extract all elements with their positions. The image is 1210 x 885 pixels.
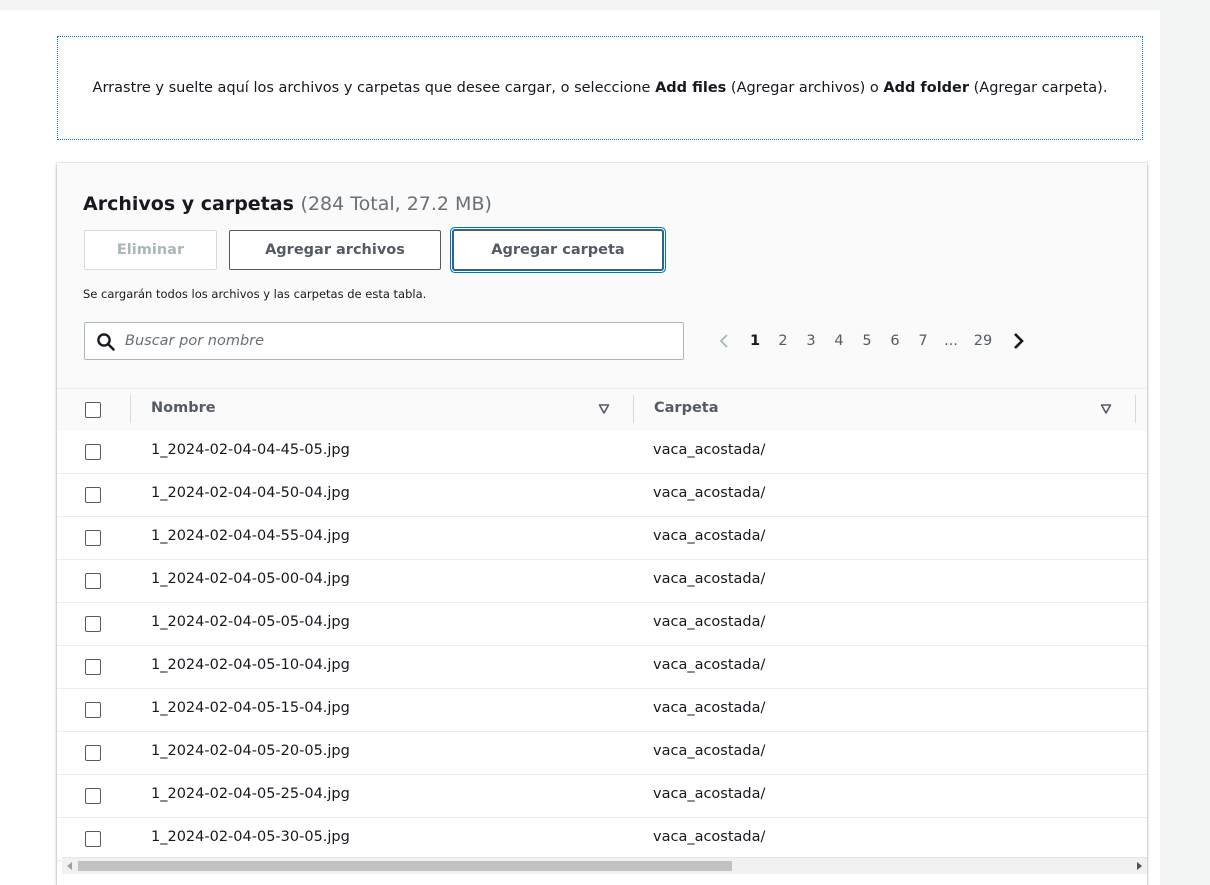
files-and-folders-panel: Archivos y carpetas (284 Total, 27.2 MB)… bbox=[57, 163, 1147, 885]
page-1[interactable]: 1 bbox=[741, 333, 769, 349]
page-ellipsis: ... bbox=[944, 333, 958, 349]
cell-folder: vaca_acostada/ bbox=[653, 829, 766, 845]
cell-folder: vaca_acostada/ bbox=[653, 614, 766, 630]
table-row[interactable]: 1_2024-02-04-05-05-04.jpg vaca_acostada/ bbox=[57, 603, 1147, 646]
cell-folder: vaca_acostada/ bbox=[653, 743, 766, 759]
helper-text: Se cargarán todos los archivos y las car… bbox=[83, 287, 427, 301]
cell-folder: vaca_acostada/ bbox=[653, 657, 766, 673]
top-background-strip bbox=[0, 0, 1210, 10]
row-checkbox[interactable] bbox=[85, 444, 101, 460]
row-checkbox[interactable] bbox=[85, 616, 101, 632]
page-7[interactable]: 7 bbox=[909, 333, 937, 349]
table-row[interactable]: 1_2024-02-04-05-10-04.jpg vaca_acostada/ bbox=[57, 646, 1147, 689]
row-checkbox[interactable] bbox=[85, 487, 101, 503]
scroll-right-arrow-icon[interactable] bbox=[1131, 858, 1147, 874]
drop-zone-text-end: (Agregar carpeta). bbox=[969, 80, 1108, 96]
cell-file-name: 1_2024-02-04-05-10-04.jpg bbox=[151, 657, 350, 673]
cell-file-name: 1_2024-02-04-05-00-04.jpg bbox=[151, 571, 350, 587]
search-icon bbox=[97, 333, 115, 351]
cell-file-name: 1_2024-02-04-05-25-04.jpg bbox=[151, 786, 350, 802]
panel-title-text: Archivos y carpetas bbox=[83, 193, 294, 215]
cell-folder: vaca_acostada/ bbox=[653, 485, 766, 501]
cell-file-name: 1_2024-02-04-05-15-04.jpg bbox=[151, 700, 350, 716]
row-checkbox[interactable] bbox=[85, 659, 101, 675]
page-3[interactable]: 3 bbox=[797, 333, 825, 349]
cell-folder: vaca_acostada/ bbox=[653, 786, 766, 802]
delete-button[interactable]: Eliminar bbox=[84, 230, 217, 270]
row-checkbox[interactable] bbox=[85, 573, 101, 589]
page-4[interactable]: 4 bbox=[825, 333, 853, 349]
sort-caret-down-icon[interactable] bbox=[1100, 403, 1112, 415]
row-checkbox[interactable] bbox=[85, 530, 101, 546]
scrollbar-thumb[interactable] bbox=[78, 861, 732, 871]
cell-file-name: 1_2024-02-04-05-05-04.jpg bbox=[151, 614, 350, 630]
column-divider[interactable] bbox=[633, 395, 634, 423]
drop-zone-text: Arrastre y suelte aquí los archivos y ca… bbox=[93, 76, 1108, 100]
chevron-right-icon[interactable] bbox=[1009, 332, 1027, 350]
pagination: 1 2 3 4 5 6 7 ... 29 bbox=[707, 326, 1035, 356]
sort-caret-down-icon[interactable] bbox=[598, 403, 610, 415]
table-row[interactable]: 1_2024-02-04-04-45-05.jpg vaca_acostada/ bbox=[57, 431, 1147, 474]
cell-file-name: 1_2024-02-04-05-20-05.jpg bbox=[151, 743, 350, 759]
cell-folder: vaca_acostada/ bbox=[653, 700, 766, 716]
table-row[interactable]: 1_2024-02-04-04-55-04.jpg vaca_acostada/ bbox=[57, 517, 1147, 560]
right-background-strip bbox=[1160, 0, 1210, 885]
row-checkbox[interactable] bbox=[85, 831, 101, 847]
table-row[interactable]: 1_2024-02-04-05-00-04.jpg vaca_acostada/ bbox=[57, 560, 1147, 603]
table-row[interactable]: 1_2024-02-04-05-25-04.jpg vaca_acostada/ bbox=[57, 775, 1147, 818]
cell-file-name: 1_2024-02-04-04-50-04.jpg bbox=[151, 485, 350, 501]
cell-folder: vaca_acostada/ bbox=[653, 571, 766, 587]
page-5[interactable]: 5 bbox=[853, 333, 881, 349]
cell-file-name: 1_2024-02-04-04-45-05.jpg bbox=[151, 442, 350, 458]
horizontal-scrollbar[interactable] bbox=[62, 857, 1147, 874]
cell-folder: vaca_acostada/ bbox=[653, 442, 766, 458]
row-checkbox[interactable] bbox=[85, 745, 101, 761]
table-row[interactable]: 1_2024-02-04-04-50-04.jpg vaca_acostada/ bbox=[57, 474, 1147, 517]
drop-zone[interactable]: Arrastre y suelte aquí los archivos y ca… bbox=[57, 36, 1143, 140]
add-folder-button[interactable]: Agregar carpeta bbox=[453, 230, 663, 270]
table-row[interactable]: 1_2024-02-04-05-30-05.jpg vaca_acostada/ bbox=[57, 818, 1147, 861]
table-header: Nombre Carpeta bbox=[57, 389, 1147, 432]
panel-counter: (284 Total, 27.2 MB) bbox=[300, 193, 492, 215]
panel-header: Archivos y carpetas (284 Total, 27.2 MB)… bbox=[57, 163, 1147, 389]
cell-folder: vaca_acostada/ bbox=[653, 528, 766, 544]
column-divider[interactable] bbox=[1135, 395, 1136, 423]
panel-title: Archivos y carpetas (284 Total, 27.2 MB) bbox=[83, 193, 492, 215]
row-checkbox[interactable] bbox=[85, 702, 101, 718]
column-header-folder[interactable]: Carpeta bbox=[654, 400, 719, 416]
drop-zone-text-middle: (Agregar archivos) o bbox=[726, 80, 884, 96]
cell-file-name: 1_2024-02-04-04-55-04.jpg bbox=[151, 528, 350, 544]
search-input[interactable] bbox=[125, 325, 665, 357]
table-row[interactable]: 1_2024-02-04-05-20-05.jpg vaca_acostada/ bbox=[57, 732, 1147, 775]
add-files-button[interactable]: Agregar archivos bbox=[229, 230, 441, 270]
scroll-left-arrow-icon[interactable] bbox=[62, 858, 78, 874]
page-last[interactable]: 29 bbox=[965, 333, 1001, 349]
table-row[interactable]: 1_2024-02-04-05-15-04.jpg vaca_acostada/ bbox=[57, 689, 1147, 732]
page-2[interactable]: 2 bbox=[769, 333, 797, 349]
drop-zone-text-start: Arrastre y suelte aquí los archivos y ca… bbox=[92, 80, 656, 96]
row-checkbox[interactable] bbox=[85, 788, 101, 804]
chevron-left-icon[interactable] bbox=[715, 332, 733, 350]
drop-zone-add-folder-label: Add folder bbox=[883, 80, 970, 96]
column-divider[interactable] bbox=[130, 395, 131, 423]
drop-zone-add-files-label: Add files bbox=[655, 80, 727, 96]
cell-file-name: 1_2024-02-04-05-30-05.jpg bbox=[151, 829, 350, 845]
column-header-name[interactable]: Nombre bbox=[151, 400, 216, 416]
page-6[interactable]: 6 bbox=[881, 333, 909, 349]
select-all-checkbox[interactable] bbox=[85, 402, 101, 418]
search-box[interactable] bbox=[84, 322, 684, 360]
